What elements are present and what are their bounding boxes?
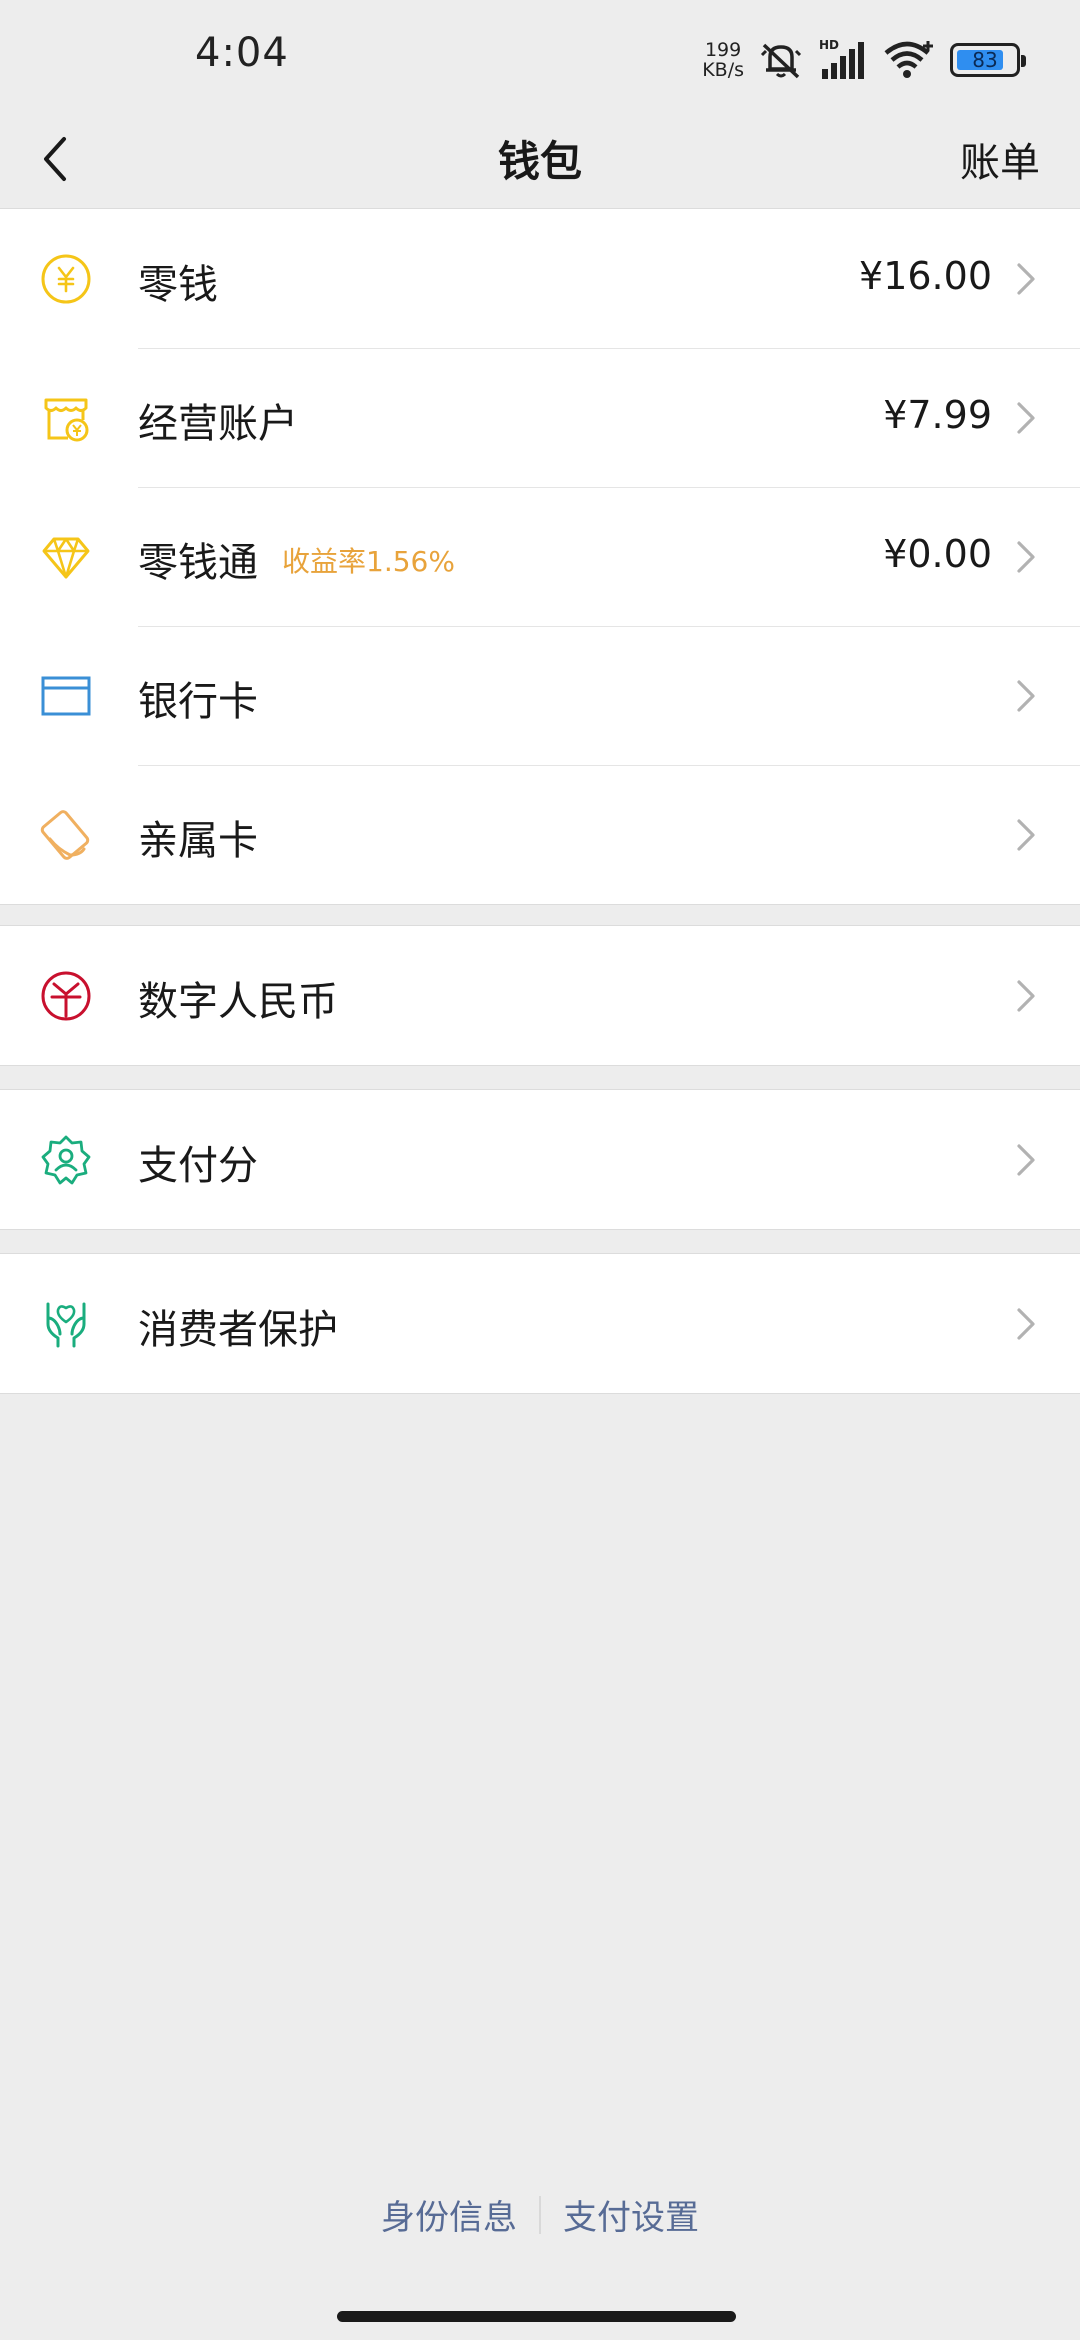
row-label: 零钱通 <box>138 540 258 586</box>
home-indicator[interactable] <box>337 2311 736 2322</box>
chevron-right-icon <box>1017 1308 1035 1340</box>
wifi-icon <box>884 41 933 78</box>
bill-button[interactable]: 账单 <box>960 130 1040 188</box>
row-label: 支付分 <box>138 1143 258 1189</box>
footer-divider <box>539 2195 541 2234</box>
pay-settings-link[interactable]: 支付设置 <box>563 2190 699 2239</box>
row-label: 银行卡 <box>138 679 258 725</box>
row-label: 数字人民币 <box>138 979 338 1025</box>
consumer-protection-group: 消费者保护 <box>0 1253 1080 1394</box>
digital-rmb-group: 数字人民币 <box>0 925 1080 1066</box>
nav-bar: 钱包 账单 <box>0 110 1080 208</box>
footer-links: 身份信息 支付设置 <box>0 2190 1080 2239</box>
status-time: 4:04 <box>195 30 289 76</box>
mute-bell-icon <box>760 43 802 79</box>
row-label: 消费者保护 <box>138 1307 338 1353</box>
chevron-right-icon <box>1017 1144 1035 1176</box>
bank-card-icon <box>40 670 92 722</box>
status-bar: 4:04 199 KB/s HD 83 <box>0 0 1080 110</box>
svg-text:HD: HD <box>819 38 839 52</box>
pay-score-icon <box>40 1134 92 1186</box>
row-label: 零钱 <box>138 262 218 308</box>
yuan-coin-icon <box>40 253 92 305</box>
list-item-bank-card[interactable]: 银行卡 <box>0 626 1080 765</box>
chevron-right-icon <box>1017 680 1035 712</box>
battery-level: 83 <box>972 48 998 72</box>
list-item-digital-rmb[interactable]: 数字人民币 <box>0 926 1080 1065</box>
row-value: ¥0.00 <box>883 532 992 576</box>
status-icons: 199 KB/s HD 83 <box>702 30 1026 90</box>
chevron-right-icon <box>1017 980 1035 1012</box>
shop-account-icon <box>40 392 92 444</box>
list-item-change[interactable]: 零钱 ¥16.00 <box>0 209 1080 348</box>
pay-score-group: 支付分 <box>0 1089 1080 1230</box>
row-label: 经营账户 <box>138 401 298 447</box>
signal-hd-icon: HD <box>819 38 864 79</box>
diamond-icon <box>40 531 92 583</box>
row-value: ¥16.00 <box>859 254 992 298</box>
list-item-pay-score[interactable]: 支付分 <box>0 1090 1080 1229</box>
network-speed-unit: KB/s <box>702 59 744 81</box>
battery-icon: 83 <box>950 43 1026 77</box>
chevron-right-icon <box>1017 263 1035 295</box>
digital-rmb-icon <box>40 970 92 1022</box>
list-item-business-account[interactable]: 经营账户 ¥7.99 <box>0 348 1080 487</box>
network-speed-value: 199 <box>704 39 742 61</box>
row-value: ¥7.99 <box>883 393 992 437</box>
network-speed: 199 KB/s <box>702 40 744 80</box>
row-label: 亲属卡 <box>138 818 258 864</box>
chevron-right-icon <box>1017 402 1035 434</box>
family-card-icon <box>40 809 92 861</box>
page-title: 钱包 <box>497 137 582 186</box>
list-item-consumer-protection[interactable]: 消费者保护 <box>0 1254 1080 1393</box>
chevron-right-icon <box>1017 541 1035 573</box>
wallet-screen: 4:04 199 KB/s HD 83 钱包 账单 零钱 ¥16.00 经营账户… <box>0 0 1080 2340</box>
list-item-family-card[interactable]: 亲属卡 <box>0 765 1080 904</box>
identity-info-link[interactable]: 身份信息 <box>381 2190 517 2239</box>
list-item-lingqiantong[interactable]: 零钱通 收益率1.56% ¥0.00 <box>0 487 1080 626</box>
yield-rate-tag: 收益率1.56% <box>282 545 455 578</box>
chevron-right-icon <box>1017 819 1035 851</box>
wallet-main-group: 零钱 ¥16.00 经营账户 ¥7.99 零钱通 收益率1.56% ¥0.00 … <box>0 208 1080 905</box>
hands-protect-icon <box>40 1298 92 1350</box>
